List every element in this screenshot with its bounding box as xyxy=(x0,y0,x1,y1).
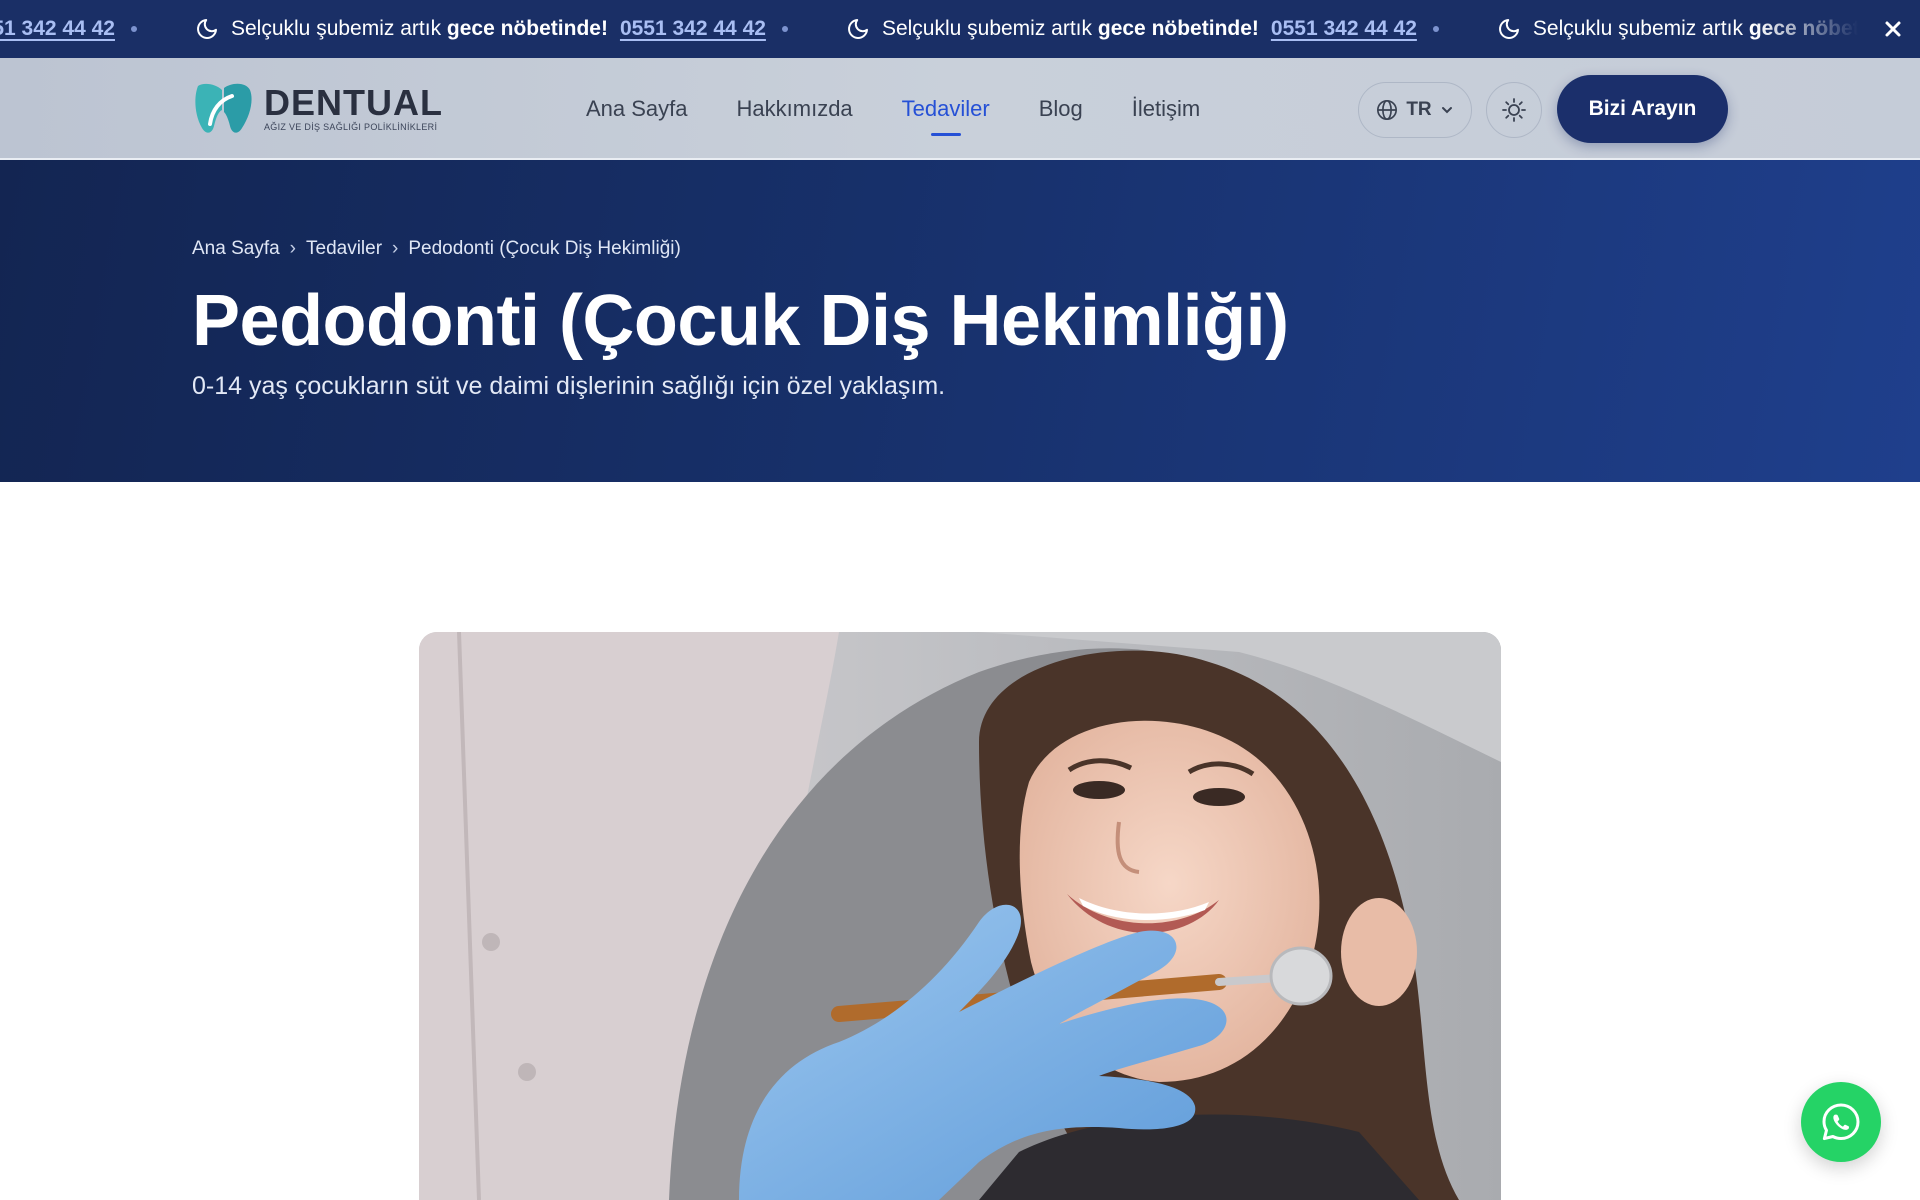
nav-item-blog[interactable]: Blog xyxy=(1039,96,1083,122)
breadcrumb-separator: › xyxy=(392,238,399,259)
moon-icon xyxy=(195,17,219,41)
announcement-text: Selçuklu şubemiz artık gece nöbetinde! xyxy=(230,17,608,40)
nav-item-about[interactable]: Hakkımızda xyxy=(737,96,853,122)
announcement-item: 0551 342 44 42 xyxy=(0,17,173,41)
breadcrumb: Ana Sayfa › Tedaviler › Pedodonti (Çocuk… xyxy=(192,238,681,260)
nav-item-contact[interactable]: İletişim xyxy=(1132,96,1200,122)
page-title: Pedodonti (Çocuk Diş Hekimliği) xyxy=(192,281,1289,361)
separator-dot xyxy=(781,26,788,32)
logo-tagline: AĞIZ VE DİŞ SAĞLIĞI POLİKLİNİKLERİ xyxy=(264,121,438,132)
nav-item-home[interactable]: Ana Sayfa xyxy=(586,96,688,122)
announcement-item: Selçuklu şubemiz artık gece nöbetinde! 0… xyxy=(195,17,824,41)
chevron-down-icon xyxy=(1441,107,1452,114)
announcement-phone-link[interactable]: 0551 342 44 42 xyxy=(620,17,766,41)
announcement-fade xyxy=(1756,0,1876,58)
whatsapp-icon xyxy=(1822,1103,1860,1141)
breadcrumb-current: Pedodonti (Çocuk Diş Hekimliği) xyxy=(408,238,681,259)
announcement-bar: 0551 342 44 42 Selçuklu şubemiz artık ge… xyxy=(0,0,1920,58)
breadcrumb-treatments-link[interactable]: Tedaviler xyxy=(306,238,382,260)
close-announcement-button[interactable] xyxy=(1866,0,1920,58)
moon-icon xyxy=(846,17,870,41)
language-label: TR xyxy=(1406,99,1432,120)
breadcrumb-home-link[interactable]: Ana Sayfa xyxy=(192,238,280,260)
announcement-track: 0551 342 44 42 Selçuklu şubemiz artık ge… xyxy=(0,0,1920,58)
sun-icon xyxy=(1502,98,1526,122)
treatment-photo xyxy=(419,632,1501,1200)
announcement-item: Selçuklu şubemiz artık gece nöbetinde! 0… xyxy=(846,17,1475,41)
main-nav: Ana Sayfa Hakkımızda Tedaviler Blog İlet… xyxy=(586,58,1249,160)
logo[interactable]: DENTUAL AĞIZ VE DİŞ SAĞLIĞI POLİKLİNİKLE… xyxy=(192,80,443,136)
theme-toggle-button[interactable] xyxy=(1486,82,1542,138)
globe-icon xyxy=(1377,100,1398,120)
page-subtitle: 0-14 yaş çocukların süt ve daimi dişleri… xyxy=(192,372,946,400)
moon-icon xyxy=(1497,17,1521,41)
announcement-phone-link[interactable]: 0551 342 44 42 xyxy=(1271,17,1417,41)
whatsapp-button[interactable] xyxy=(1801,1082,1881,1162)
call-us-button[interactable]: Bizi Arayın xyxy=(1557,75,1728,143)
site-header: DENTUAL AĞIZ VE DİŞ SAĞLIĞI POLİKLİNİKLE… xyxy=(0,58,1920,160)
announcement-text: Selçuklu şubemiz artık gece nöbetinde! xyxy=(881,17,1259,40)
nav-item-treatments[interactable]: Tedaviler xyxy=(902,96,990,122)
tooth-logo-icon xyxy=(195,83,252,133)
child-dental-exam-illustration xyxy=(419,632,1501,1200)
announcement-phone-link[interactable]: 0551 342 44 42 xyxy=(0,17,115,41)
close-icon xyxy=(1885,21,1901,37)
hero-banner: Ana Sayfa › Tedaviler › Pedodonti (Çocuk… xyxy=(0,160,1920,482)
separator-dot xyxy=(1432,26,1439,32)
separator-dot xyxy=(130,26,137,32)
logo-name: DENTUAL xyxy=(264,81,443,123)
breadcrumb-separator: › xyxy=(289,238,296,259)
language-selector[interactable]: TR xyxy=(1358,82,1472,138)
